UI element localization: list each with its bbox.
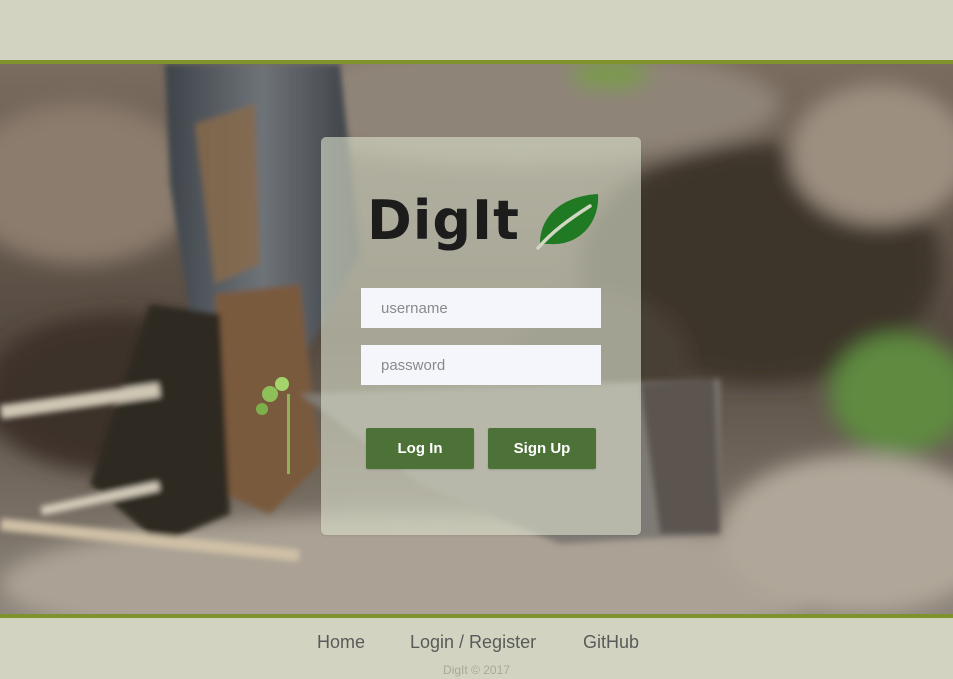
username-input[interactable]: [361, 288, 601, 328]
footer-link-github[interactable]: GitHub: [583, 632, 639, 652]
leaf-icon: [536, 194, 599, 250]
login-card: DigIt Log In Sign Up: [321, 137, 641, 535]
footer-link-home[interactable]: Home: [317, 632, 365, 652]
password-input[interactable]: [361, 345, 601, 385]
copyright: DigIt © 2017: [443, 663, 510, 677]
footer-link-login-register[interactable]: Login / Register: [410, 632, 536, 652]
footer: Home Login / Register GitHub DigIt © 201…: [0, 618, 953, 679]
signup-button[interactable]: Sign Up: [488, 428, 596, 469]
login-button[interactable]: Log In: [366, 428, 474, 469]
top-bar: [0, 0, 953, 60]
logo: DigIt: [367, 185, 602, 257]
brand-name: DigIt: [367, 189, 520, 252]
